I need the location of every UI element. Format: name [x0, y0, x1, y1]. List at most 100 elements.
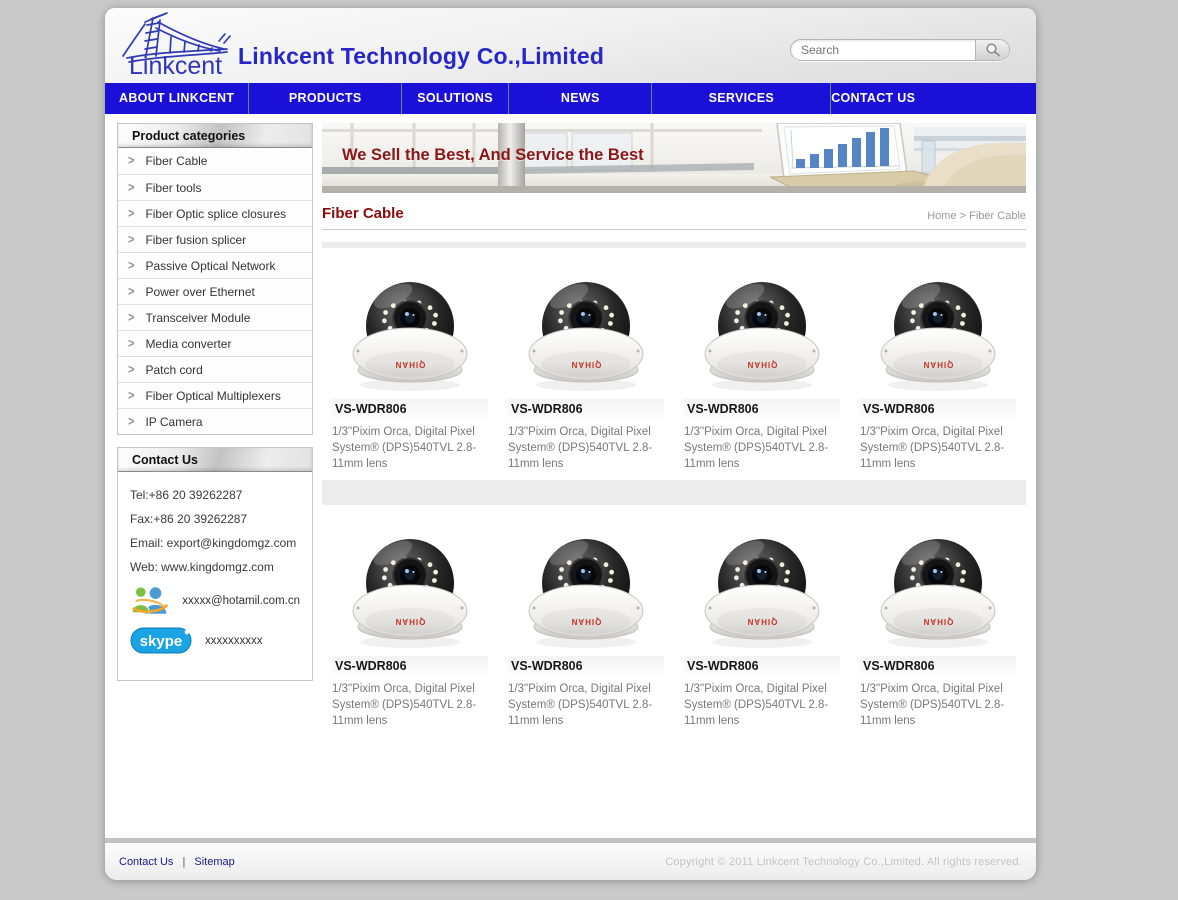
category-label: Fiber tools [145, 181, 201, 195]
camera-brand-label: QIHAN [571, 617, 602, 626]
product-description: 1/3"Pixim Orca, Digital Pixel System® (D… [860, 424, 1016, 472]
product-name[interactable]: VS-WDR806 [332, 399, 488, 419]
chevron-right-icon: > [128, 415, 134, 429]
sidebar: Product categories > Fiber Cable > Fiber… [117, 123, 313, 693]
product-name[interactable]: VS-WDR806 [508, 399, 664, 419]
category-item[interactable]: > Passive Optical Network [118, 252, 312, 278]
search-icon [985, 42, 1001, 58]
banner-image: We Sell the Best, And Service the Best [322, 123, 1026, 193]
category-item[interactable]: > Fiber Optical Multiplexers [118, 382, 312, 408]
contact-line: Tel:+86 20 39262287 [130, 488, 300, 502]
product-card[interactable]: QIHAN VS-WDR806 1/3"Pixim Orca, Digital … [322, 248, 498, 480]
site-footer: Contact Us | Sitemap Copyright © 2011 Li… [105, 843, 1036, 880]
bridge-logo-icon: Linkcent [115, 11, 237, 79]
product-card[interactable]: QIHAN VS-WDR806 1/3"Pixim Orca, Digital … [850, 248, 1026, 480]
breadcrumb-home-link[interactable]: Home [927, 210, 956, 222]
dome-camera-image: QIHAN [335, 252, 485, 397]
chevron-right-icon: > [128, 311, 134, 325]
category-label: Power over Ethernet [145, 285, 254, 299]
company-title: Linkcent Technology Co.,Limited [238, 43, 604, 70]
camera-brand-label: QIHAN [923, 617, 954, 626]
category-item[interactable]: > Transceiver Module [118, 304, 312, 330]
category-item[interactable]: > Fiber Optic splice closures [118, 200, 312, 226]
contact-line: Email: export@kingdomgz.com [130, 536, 300, 550]
breadcrumb-current: Fiber Cable [969, 210, 1026, 222]
msn-messenger-icon [130, 584, 169, 617]
nav-item[interactable]: CONTACT US [830, 83, 915, 114]
nav-item[interactable]: SOLUTIONS [401, 83, 508, 114]
footer-links: Contact Us | Sitemap [119, 856, 235, 868]
product-description: 1/3"Pixim Orca, Digital Pixel System® (D… [684, 681, 840, 729]
product-description: 1/3"Pixim Orca, Digital Pixel System® (D… [332, 681, 488, 729]
search-box [790, 39, 1010, 61]
breadcrumb: Home > Fiber Cable [927, 210, 1026, 222]
category-item[interactable]: > Fiber Cable [118, 148, 312, 174]
banner-slogan: We Sell the Best, And Service the Best [342, 146, 644, 165]
camera-brand-label: QIHAN [923, 360, 954, 369]
category-label: Passive Optical Network [145, 259, 275, 273]
camera-brand-label: QIHAN [571, 360, 602, 369]
main-nav: ABOUT LINKCENT PRODUCTS SOLUTIONS NEWS S… [105, 83, 1036, 114]
category-item[interactable]: > Media converter [118, 330, 312, 356]
dome-camera-image: QIHAN [687, 252, 837, 397]
logo-link[interactable]: Linkcent [115, 11, 237, 84]
product-name[interactable]: VS-WDR806 [684, 399, 840, 419]
category-label: Fiber Cable [145, 154, 207, 168]
footer-contact-link[interactable]: Contact Us [119, 856, 173, 868]
dome-camera-image: QIHAN [687, 509, 837, 654]
category-item[interactable]: > Patch cord [118, 356, 312, 382]
body-row: Product categories > Fiber Cable > Fiber… [105, 114, 1036, 838]
footer-sitemap-link[interactable]: Sitemap [194, 856, 234, 868]
category-item[interactable]: > IP Camera [118, 408, 312, 434]
chevron-right-icon: > [128, 207, 134, 221]
skype-row: skype xxxxxxxxxx [130, 627, 300, 654]
camera-brand-label: QIHAN [747, 617, 778, 626]
product-card[interactable]: QIHAN VS-WDR806 1/3"Pixim Orca, Digital … [498, 248, 674, 480]
product-name[interactable]: VS-WDR806 [332, 656, 488, 676]
category-label: Fiber Optical Multiplexers [145, 389, 280, 403]
contact-body: Tel:+86 20 39262287 Fax:+86 20 39262287 … [118, 472, 312, 680]
product-card[interactable]: QIHAN VS-WDR806 1/3"Pixim Orca, Digital … [498, 505, 674, 737]
search-input[interactable] [791, 43, 975, 57]
product-grid: QIHAN VS-WDR806 1/3"Pixim Orca, Digital … [322, 242, 1026, 737]
product-categories-panel: Product categories > Fiber Cable > Fiber… [117, 123, 313, 435]
chevron-right-icon: > [128, 154, 134, 168]
site-header: Linkcent Linkcent Technology Co.,Limited [105, 8, 1036, 83]
dome-camera-image: QIHAN [863, 252, 1013, 397]
product-card[interactable]: QIHAN VS-WDR806 1/3"Pixim Orca, Digital … [322, 505, 498, 737]
main-content: We Sell the Best, And Service the Best F… [322, 123, 1026, 737]
chevron-right-icon: > [128, 233, 134, 247]
contact-panel-title: Contact Us [118, 448, 312, 472]
product-card[interactable]: QIHAN VS-WDR806 1/3"Pixim Orca, Digital … [674, 505, 850, 737]
dome-camera-image: QIHAN [863, 509, 1013, 654]
categories-list: > Fiber Cable > Fiber tools > Fiber Opti… [118, 148, 312, 434]
copyright-text: Copyright © 2011 Linkcent Technology Co.… [665, 856, 1022, 868]
contact-lines: Tel:+86 20 39262287 Fax:+86 20 39262287 … [118, 488, 312, 574]
product-name[interactable]: VS-WDR806 [684, 656, 840, 676]
search-button[interactable] [975, 39, 1009, 61]
product-name[interactable]: VS-WDR806 [860, 399, 1016, 419]
dome-camera-image: QIHAN [335, 509, 485, 654]
category-item[interactable]: > Fiber tools [118, 174, 312, 200]
nav-item[interactable]: ABOUT LINKCENT [105, 83, 248, 114]
category-item[interactable]: > Power over Ethernet [118, 278, 312, 304]
contact-line: Fax:+86 20 39262287 [130, 512, 300, 526]
chevron-right-icon: > [128, 259, 134, 273]
nav-item[interactable]: SERVICES [651, 83, 830, 114]
product-card[interactable]: QIHAN VS-WDR806 1/3"Pixim Orca, Digital … [674, 248, 850, 480]
msn-account-text: xxxxx@hotamil.com.cn [182, 595, 300, 607]
camera-brand-label: QIHAN [395, 617, 426, 626]
product-name[interactable]: VS-WDR806 [508, 656, 664, 676]
dome-camera-image: QIHAN [511, 509, 661, 654]
nav-item[interactable]: PRODUCTS [248, 83, 401, 114]
category-label: Fiber Optic splice closures [145, 207, 286, 221]
nav-item[interactable]: NEWS [508, 83, 651, 114]
footer-links-separator: | [182, 856, 185, 868]
product-name[interactable]: VS-WDR806 [860, 656, 1016, 676]
category-item[interactable]: > Fiber fusion splicer [118, 226, 312, 252]
skype-logo-text: skype [140, 633, 183, 650]
category-label: Media converter [145, 337, 231, 351]
product-card[interactable]: QIHAN VS-WDR806 1/3"Pixim Orca, Digital … [850, 505, 1026, 737]
category-label: Patch cord [145, 363, 202, 377]
page-title: Fiber Cable [322, 205, 404, 222]
